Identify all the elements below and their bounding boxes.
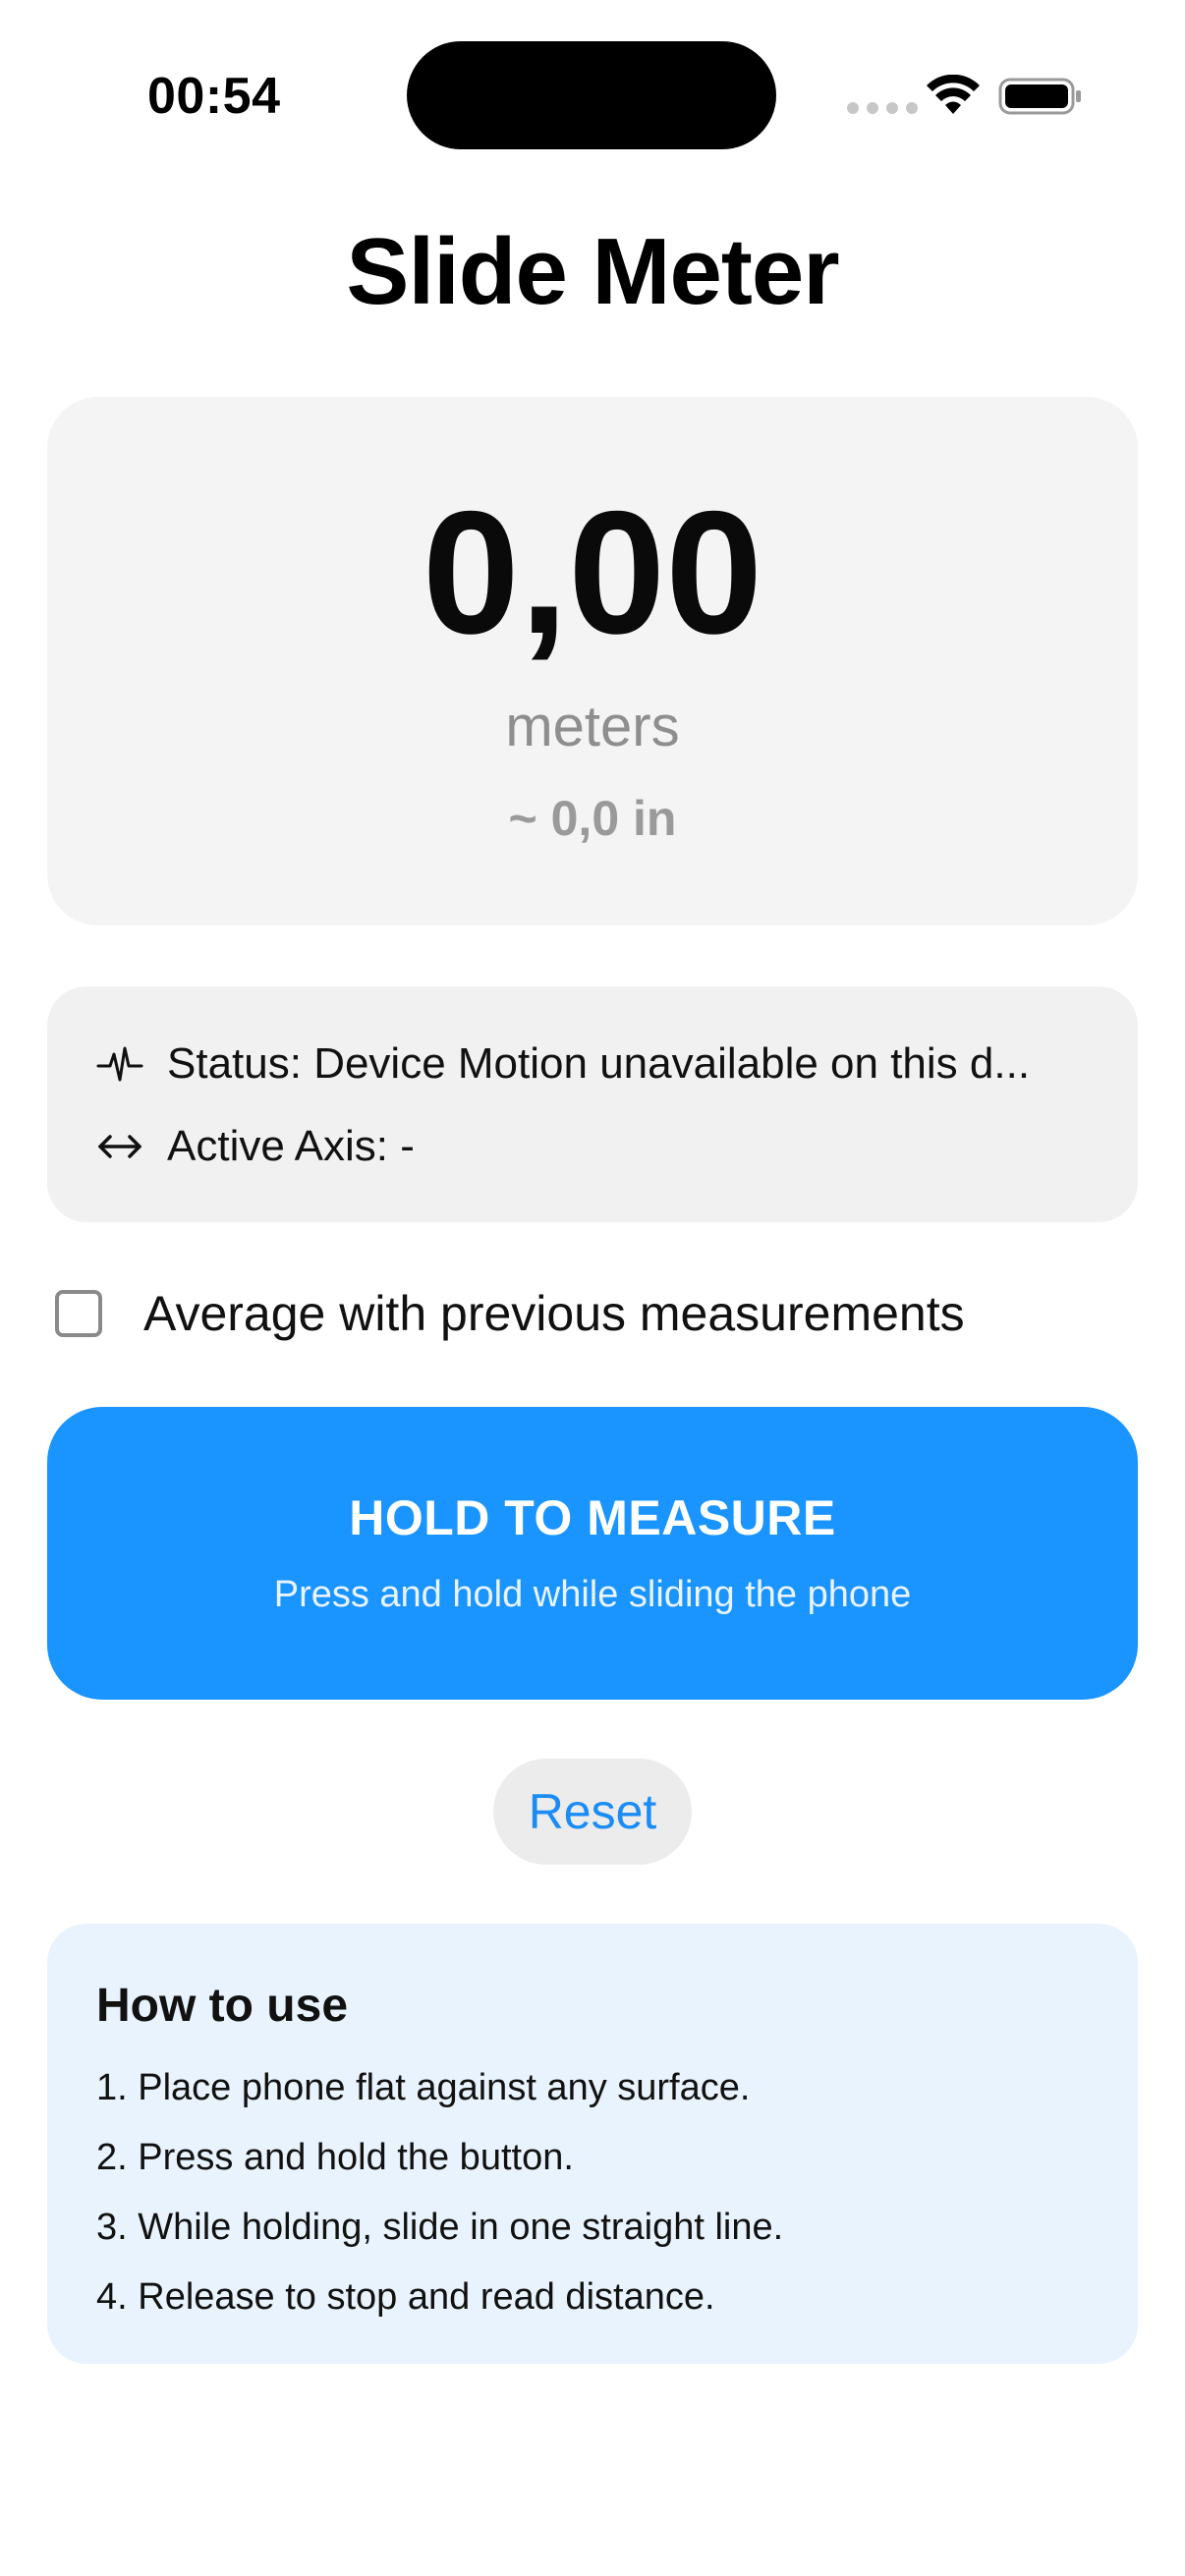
battery-icon <box>998 78 1081 115</box>
hold-to-measure-button[interactable]: HOLD TO MEASURE Press and hold while sli… <box>47 1407 1138 1700</box>
status-text: Status: Device Motion unavailable on thi… <box>167 1039 1031 1088</box>
hold-button-subtitle: Press and hold while sliding the phone <box>273 1574 912 1615</box>
status-bar: 00:54 <box>0 0 1185 187</box>
left-right-arrow-icon <box>98 1135 141 1158</box>
status-row: Status: Device Motion unavailable on thi… <box>96 1039 1030 1089</box>
dynamic-island <box>407 41 776 149</box>
wifi-icon <box>927 75 980 114</box>
how-to-step: 2. Press and hold the button. <box>96 2137 574 2178</box>
measurement-unit: meters <box>505 695 680 758</box>
average-label[interactable]: Average with previous measurements <box>143 1285 965 1342</box>
axis-row: Active Axis: - <box>96 1122 415 1171</box>
reset-button[interactable]: Reset <box>493 1759 692 1865</box>
page-title: Slide Meter <box>346 219 839 324</box>
how-to-step: 4. Release to stop and read distance. <box>96 2276 715 2318</box>
cellular-signal-icon <box>847 102 918 114</box>
how-to-use-title: How to use <box>96 1980 349 2032</box>
average-toggle-row[interactable]: Average with previous measurements <box>55 1285 965 1342</box>
waveform-icon <box>96 1046 143 1082</box>
hold-button-title: HOLD TO MEASURE <box>349 1490 836 1545</box>
measurement-value: 0,00 <box>422 475 763 670</box>
how-to-use-card: How to use 1. Place phone flat against a… <box>47 1924 1138 2364</box>
average-checkbox[interactable] <box>55 1290 102 1337</box>
how-to-step: 1. Place phone flat against any surface. <box>96 2067 751 2108</box>
active-axis-text: Active Axis: - <box>167 1122 415 1170</box>
status-time: 00:54 <box>147 68 281 125</box>
measurement-inches: ~ 0,0 in <box>508 791 677 846</box>
measurement-card: 0,00 meters ~ 0,0 in <box>47 397 1138 925</box>
status-card: Status: Device Motion unavailable on thi… <box>47 986 1138 1222</box>
how-to-step: 3. While holding, slide in one straight … <box>96 2207 784 2248</box>
